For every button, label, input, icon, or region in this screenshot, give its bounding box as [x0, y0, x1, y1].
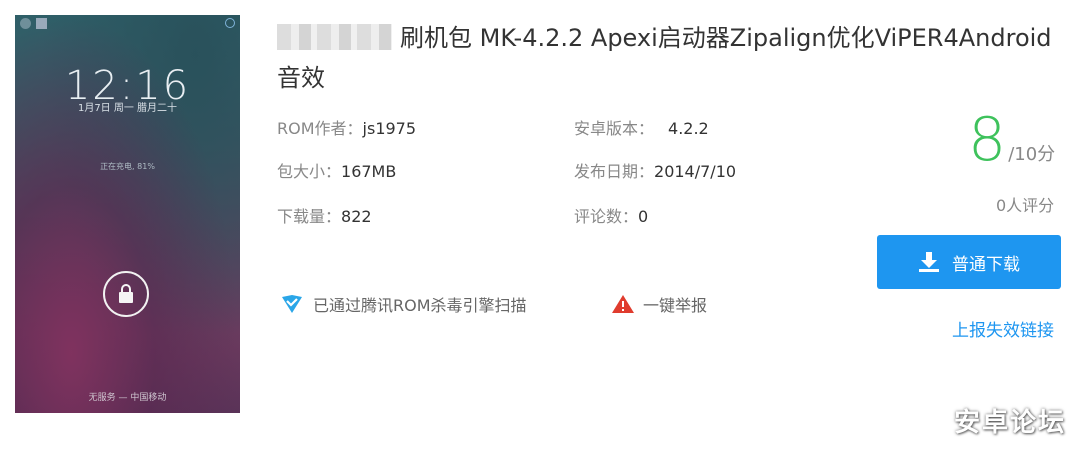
author-value: js1975 [362, 119, 417, 138]
lockscreen-date: 1月7日 周一 腊月二十 [77, 103, 178, 114]
downloads-value: 822 [341, 207, 372, 226]
carrier-text: 无服务 — 中国移动 [88, 393, 167, 403]
warning-icon [612, 295, 634, 313]
release-date-value: 2014/7/10 [654, 162, 737, 181]
sync-icon [225, 18, 235, 28]
info-downloads: 下载量：822 [277, 207, 372, 226]
score-unit: /10分 [1008, 144, 1056, 165]
title-text: 刷机包 MK-4.2.2 Apexi启动器Zipalign优化ViPER4And… [277, 24, 1052, 92]
info-size: 包大小：167MB [277, 162, 397, 181]
report-text: 一键举报 [643, 296, 708, 315]
score-value: 8 [968, 105, 1007, 175]
info-release-date: 发布日期：2014/7/10 [574, 162, 737, 181]
download-icon [919, 252, 939, 272]
download-button[interactable]: 普通下载 [877, 235, 1061, 289]
score: 8/10分 [968, 105, 1055, 175]
info-comments: 评论数：0 [574, 207, 649, 226]
blurred-text [277, 24, 392, 50]
android-version-value: 4.2.2 [668, 119, 709, 138]
charging-status: 正在充电, 81% [100, 162, 155, 171]
watermark: 安卓论坛 [953, 408, 1066, 438]
size-value: 167MB [341, 162, 397, 181]
info-author: ROM作者：js1975 [277, 119, 417, 138]
page-title: 刷机包 MK-4.2.2 Apexi启动器Zipalign优化ViPER4And… [277, 18, 1067, 98]
report-broken-link[interactable]: 上报失效链接 [952, 316, 1054, 341]
sim-icon [36, 18, 47, 29]
notification-icon [20, 18, 31, 29]
lock-icon [103, 271, 149, 317]
rating-count: 0人评分 [996, 196, 1055, 215]
security-text: 已通过腾讯ROM杀毒引擎扫描 [313, 296, 527, 315]
comments-value: 0 [638, 207, 649, 226]
rom-screenshot[interactable]: 12:16 1月7日 周一 腊月二十 正在充电, 81% 无服务 — 中国移动 [15, 15, 240, 413]
report-button[interactable]: 一键举报 [611, 292, 707, 316]
shield-check-icon [282, 295, 302, 313]
download-label: 普通下载 [952, 254, 1020, 275]
info-android-version: 安卓版本： 4.2.2 [574, 119, 709, 138]
security-badge: 已通过腾讯ROM杀毒引擎扫描 [281, 292, 527, 316]
